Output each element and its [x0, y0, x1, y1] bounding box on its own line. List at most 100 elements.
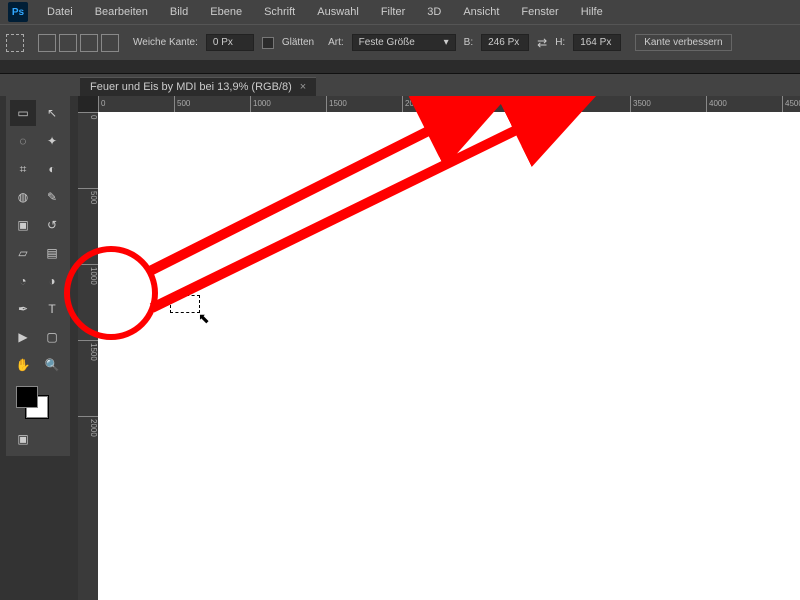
- ruler-tick: 3000: [554, 96, 575, 112]
- eyedropper-icon: ◐: [48, 162, 55, 176]
- crop-icon: ⌗: [20, 162, 27, 177]
- ruler-horizontal: 0 500 1000 1500 2000 2500 3000 3500 4000 4500: [98, 96, 800, 112]
- feather-label: Weiche Kante:: [133, 37, 198, 48]
- ruler-tick: 2500: [478, 96, 499, 112]
- ruler-tick: 4500: [782, 96, 800, 112]
- tool-wand[interactable]: ✦: [39, 128, 65, 154]
- tool-eyedropper[interactable]: ◐: [39, 156, 65, 182]
- shape-icon: ▢: [46, 330, 57, 344]
- width-label: B:: [464, 37, 473, 48]
- chrome-strip: [0, 60, 800, 74]
- lasso-icon: ◌: [19, 134, 26, 148]
- ruler-tick: 1500: [326, 96, 347, 112]
- canvas[interactable]: ⬉: [98, 112, 800, 600]
- quickmask-toggle[interactable]: ▣: [10, 426, 36, 452]
- eraser-icon: ▱: [18, 246, 27, 260]
- menu-ansicht[interactable]: Ansicht: [454, 3, 508, 21]
- tool-lasso[interactable]: ◌: [10, 128, 36, 154]
- menu-auswahl[interactable]: Auswahl: [308, 3, 368, 21]
- tool-path-select[interactable]: ▶: [10, 324, 36, 350]
- document-tab[interactable]: Feuer und Eis by MDI bei 13,9% (RGB/8) ×: [80, 77, 316, 96]
- workspace: 0 500 1000 1500 2000 2500 3000 3500 4000 4500 0 50…: [78, 96, 800, 600]
- document-tab-title: Feuer und Eis by MDI bei 13,9% (RGB/8): [90, 81, 292, 93]
- gradient-icon: ▤: [46, 246, 57, 260]
- style-select[interactable]: Feste Größe▾: [352, 34, 456, 51]
- quickmask-icon: ▣: [17, 432, 28, 446]
- ruler-tick: 4000: [706, 96, 727, 112]
- stamp-icon: ▣: [17, 218, 28, 232]
- selection-marquee: [170, 295, 200, 313]
- zoom-icon: 🔍: [45, 358, 60, 372]
- ruler-tick: 1000: [78, 264, 98, 285]
- ruler-tick: 3500: [630, 96, 651, 112]
- close-tab-icon[interactable]: ×: [300, 81, 306, 93]
- hand-icon: ✋: [16, 358, 31, 372]
- menu-ebene[interactable]: Ebene: [201, 3, 251, 21]
- tool-gradient[interactable]: ▤: [39, 240, 65, 266]
- menu-schrift[interactable]: Schrift: [255, 3, 304, 21]
- blur-icon: ◔: [19, 274, 26, 288]
- tool-marquee[interactable]: ▭: [10, 100, 36, 126]
- tool-dodge[interactable]: ◑: [39, 268, 65, 294]
- height-label: H:: [555, 37, 565, 48]
- tool-blur[interactable]: ◔: [10, 268, 36, 294]
- tool-healing[interactable]: ◍: [10, 184, 36, 210]
- ruler-tick: 500: [78, 188, 98, 204]
- tool-stamp[interactable]: ▣: [10, 212, 36, 238]
- add-selection-icon[interactable]: [59, 34, 77, 52]
- subtract-selection-icon[interactable]: [80, 34, 98, 52]
- ruler-tick: 1500: [78, 340, 98, 361]
- move-icon: ↖: [47, 106, 57, 120]
- pen-icon: ✒: [18, 302, 28, 316]
- foreground-swatch[interactable]: [16, 386, 38, 408]
- ruler-tick: 500: [174, 96, 190, 112]
- antialias-label: Glätten: [282, 37, 314, 48]
- brush-icon: ✎: [47, 190, 57, 204]
- tool-brush[interactable]: ✎: [39, 184, 65, 210]
- history-brush-icon: ↺: [47, 218, 57, 232]
- tool-type[interactable]: T: [39, 296, 65, 322]
- wand-icon: ✦: [47, 134, 57, 148]
- dodge-icon: ◑: [48, 274, 55, 288]
- refine-edge-button[interactable]: Kante verbessern: [635, 34, 731, 51]
- tool-zoom[interactable]: 🔍: [39, 352, 65, 378]
- menu-bild[interactable]: Bild: [161, 3, 197, 21]
- cursor-icon: ⬉: [198, 310, 210, 327]
- document-tab-bar: Feuer und Eis by MDI bei 13,9% (RGB/8) ×: [0, 74, 800, 96]
- tool-pen[interactable]: ✒: [10, 296, 36, 322]
- toolbox: ▭ ↖ ◌ ✦ ⌗ ◐ ◍ ✎ ▣ ↺ ▱ ▤ ◔ ◑ ✒ T ▶ ▢ ✋ 🔍 ▣: [6, 96, 70, 456]
- menubar: Ps DateiBearbeitenBildEbeneSchriftAuswah…: [0, 0, 800, 24]
- ruler-tick: 0: [98, 96, 105, 112]
- marquee-indicator-icon: [6, 34, 24, 52]
- intersect-selection-icon[interactable]: [101, 34, 119, 52]
- menu-fenster[interactable]: Fenster: [512, 3, 567, 21]
- swap-dimensions-icon[interactable]: ⇄: [537, 36, 547, 50]
- width-input[interactable]: 246 Px: [481, 34, 529, 51]
- height-input[interactable]: 164 Px: [573, 34, 621, 51]
- tool-eraser[interactable]: ▱: [10, 240, 36, 266]
- ruler-tick: 2000: [402, 96, 423, 112]
- app-logo: Ps: [8, 2, 28, 22]
- tool-move[interactable]: ↖: [39, 100, 65, 126]
- color-swatch[interactable]: [10, 384, 66, 424]
- menu-hilfe[interactable]: Hilfe: [572, 3, 612, 21]
- ruler-vertical: 0500100015002000: [78, 112, 98, 600]
- ruler-tick: 1000: [250, 96, 271, 112]
- marquee-icon: ▭: [17, 106, 28, 120]
- menu-bearbeiten[interactable]: Bearbeiten: [86, 3, 157, 21]
- tool-crop[interactable]: ⌗: [10, 156, 36, 182]
- antialias-checkbox[interactable]: [262, 37, 274, 49]
- menu-filter[interactable]: Filter: [372, 3, 414, 21]
- menu-3d[interactable]: 3D: [418, 3, 450, 21]
- tool-hand[interactable]: ✋: [10, 352, 36, 378]
- tool-history-brush[interactable]: ↺: [39, 212, 65, 238]
- type-icon: T: [48, 302, 55, 316]
- style-label: Art:: [328, 37, 344, 48]
- healing-icon: ◍: [18, 190, 28, 204]
- tool-shape[interactable]: ▢: [39, 324, 65, 350]
- path-select-icon: ▶: [18, 330, 27, 344]
- feather-input[interactable]: 0 Px: [206, 34, 254, 51]
- new-selection-icon[interactable]: [38, 34, 56, 52]
- menu-datei[interactable]: Datei: [38, 3, 82, 21]
- ruler-tick: 2000: [78, 416, 98, 437]
